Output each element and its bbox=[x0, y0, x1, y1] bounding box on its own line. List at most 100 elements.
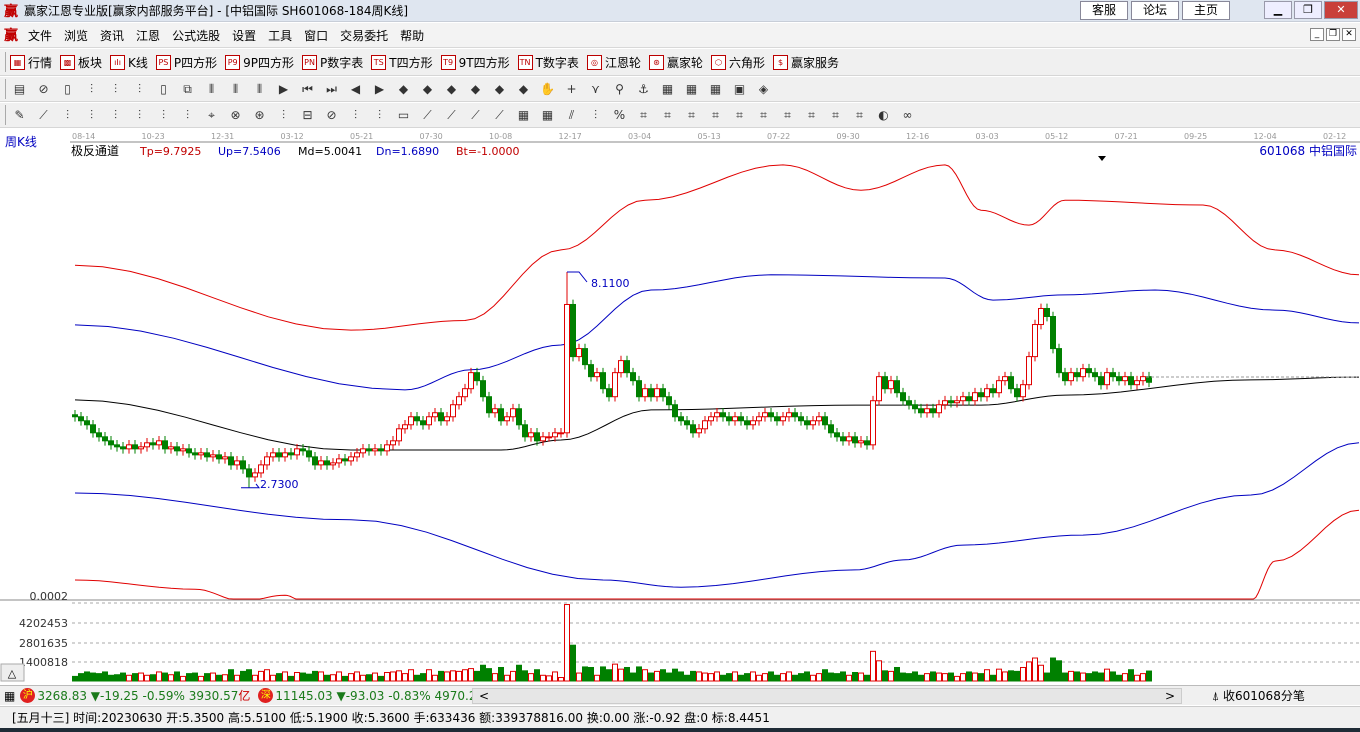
tool-icon[interactable]: ⟋ bbox=[466, 106, 485, 124]
tool-icon[interactable]: ▯ bbox=[58, 80, 77, 98]
tool-icon[interactable]: ✋ bbox=[538, 80, 557, 98]
tool-icon[interactable]: ◐ bbox=[874, 106, 893, 124]
tool-icon[interactable]: ⌗ bbox=[706, 106, 725, 124]
tool-icon[interactable]: ⫶ bbox=[82, 80, 101, 98]
tool-icon[interactable]: ⌖ bbox=[202, 106, 221, 124]
tool-icon[interactable]: ▦ bbox=[658, 80, 677, 98]
tool-icon[interactable]: ◆ bbox=[490, 80, 509, 98]
tool-icon[interactable]: ▦ bbox=[706, 80, 725, 98]
tool-icon[interactable]: ⫶ bbox=[586, 106, 605, 124]
tool-icon[interactable]: % bbox=[610, 106, 629, 124]
menu-item-0[interactable]: 文件 bbox=[22, 27, 58, 44]
kline-chart[interactable]: 周K线 08-14 10-23 12-31 03-12 05-21 07-30 10-08 1… bbox=[0, 128, 1360, 684]
index-scrollbar[interactable]: < > bbox=[472, 688, 1182, 704]
toolbar-button-6[interactable]: TS T四方形 bbox=[371, 54, 433, 71]
menu-item-6[interactable]: 工具 bbox=[262, 27, 298, 44]
tool-icon[interactable]: ◆ bbox=[418, 80, 437, 98]
mdi-minimize-button[interactable]: _ bbox=[1310, 28, 1324, 41]
tool-icon[interactable]: ⊘ bbox=[322, 106, 341, 124]
tool-icon[interactable]: ▯ bbox=[154, 80, 173, 98]
tool-icon[interactable]: ▦ bbox=[682, 80, 701, 98]
tool-icon[interactable]: ◀ bbox=[346, 80, 365, 98]
tool-icon[interactable]: ▦ bbox=[514, 106, 533, 124]
tool-icon[interactable]: ⚲ bbox=[610, 80, 629, 98]
maximize-button[interactable]: ❐ bbox=[1294, 1, 1322, 19]
tool-icon[interactable]: ⋎ bbox=[586, 80, 605, 98]
tool-icon[interactable]: ▶ bbox=[274, 80, 293, 98]
scroll-left-button[interactable]: < bbox=[479, 689, 489, 703]
mdi-restore-button[interactable]: ❐ bbox=[1326, 28, 1340, 41]
tool-icon[interactable]: ⫶ bbox=[106, 106, 125, 124]
toolbar-button-5[interactable]: PN P数字表 bbox=[302, 54, 363, 71]
tool-icon[interactable]: ⫶ bbox=[274, 106, 293, 124]
close-button[interactable]: ✕ bbox=[1324, 1, 1358, 19]
menu-item-7[interactable]: 窗口 bbox=[298, 27, 334, 44]
toolbar-button-3[interactable]: PS P四方形 bbox=[155, 54, 217, 71]
tool-icon[interactable]: ⫶ bbox=[370, 106, 389, 124]
tool-icon[interactable]: ⫴ bbox=[202, 80, 221, 98]
tool-icon[interactable]: ⏮ bbox=[298, 80, 317, 98]
mdi-close-button[interactable]: ✕ bbox=[1342, 28, 1356, 41]
tool-icon[interactable]: ⏭ bbox=[322, 80, 341, 98]
toolbar-button-2[interactable]: ıIı K线 bbox=[110, 54, 148, 71]
minimize-button[interactable]: ▁ bbox=[1264, 1, 1292, 19]
toolbar-button-9[interactable]: ◎ 江恩轮 bbox=[586, 54, 641, 71]
tool-icon[interactable]: ⌗ bbox=[754, 106, 773, 124]
toolbar-button-11[interactable]: ⬡ 六角形 bbox=[710, 54, 765, 71]
toolbar-button-12[interactable]: $ 赢家服务 bbox=[772, 54, 839, 71]
tool-icon[interactable]: ⟋ bbox=[442, 106, 461, 124]
tool-icon[interactable]: ⌗ bbox=[826, 106, 845, 124]
tool-icon[interactable]: ⫶ bbox=[154, 106, 173, 124]
tool-icon[interactable]: ⌗ bbox=[778, 106, 797, 124]
tool-icon[interactable]: ◈ bbox=[754, 80, 773, 98]
toolbar-button-10[interactable]: ⊛ 赢家轮 bbox=[648, 54, 703, 71]
tool-icon[interactable]: ◆ bbox=[514, 80, 533, 98]
tool-icon[interactable]: ⟋ bbox=[490, 106, 509, 124]
tool-icon[interactable]: ⫶ bbox=[58, 106, 77, 124]
tool-icon[interactable]: ⌗ bbox=[682, 106, 701, 124]
menu-item-2[interactable]: 资讯 bbox=[94, 27, 130, 44]
tool-icon[interactable]: ⫶ bbox=[130, 106, 149, 124]
tool-icon[interactable]: ⌗ bbox=[634, 106, 653, 124]
tool-icon[interactable]: ⫶ bbox=[106, 80, 125, 98]
tool-icon[interactable]: ⫶ bbox=[178, 106, 197, 124]
tool-icon[interactable]: ⊘ bbox=[34, 80, 53, 98]
tool-icon[interactable]: ∞ bbox=[898, 106, 917, 124]
tool-icon[interactable]: ⫽ bbox=[562, 106, 581, 124]
tool-icon[interactable]: ▶ bbox=[370, 80, 389, 98]
tool-icon[interactable]: ◆ bbox=[394, 80, 413, 98]
quote-table-icon[interactable]: ▦ bbox=[4, 689, 15, 703]
tool-icon[interactable]: ▣ bbox=[730, 80, 749, 98]
scroll-right-button[interactable]: > bbox=[1165, 689, 1175, 703]
tool-icon[interactable]: ▤ bbox=[10, 80, 29, 98]
tool-icon[interactable]: ⫴ bbox=[226, 80, 245, 98]
menu-item-1[interactable]: 浏览 bbox=[58, 27, 94, 44]
menu-item-5[interactable]: 设置 bbox=[226, 27, 262, 44]
tool-icon[interactable]: ⟋ bbox=[418, 106, 437, 124]
tool-icon[interactable]: ⧉ bbox=[178, 80, 197, 98]
toolbar-button-4[interactable]: P9 9P四方形 bbox=[225, 54, 294, 71]
tool-icon[interactable]: ⫶ bbox=[82, 106, 101, 124]
toolbar-button-8[interactable]: TN T数字表 bbox=[517, 54, 579, 71]
tool-icon[interactable]: ⫶ bbox=[130, 80, 149, 98]
tool-icon[interactable]: ⫶ bbox=[346, 106, 365, 124]
tool-icon[interactable]: + bbox=[562, 80, 581, 98]
toolbar-button-1[interactable]: ▩ 板块 bbox=[60, 54, 102, 71]
tool-icon[interactable]: ⊟ bbox=[298, 106, 317, 124]
tool-icon[interactable]: ⌗ bbox=[658, 106, 677, 124]
tool-icon[interactable]: ⌗ bbox=[730, 106, 749, 124]
tool-icon[interactable]: ✎ bbox=[10, 106, 29, 124]
link-service[interactable]: 客服 bbox=[1080, 1, 1128, 20]
tool-icon[interactable]: ⚓ bbox=[634, 80, 653, 98]
tool-icon[interactable]: ▦ bbox=[538, 106, 557, 124]
menu-item-3[interactable]: 江恩 bbox=[130, 27, 166, 44]
collect-ticks[interactable]: ⍋ 收601068分笔 bbox=[1212, 687, 1305, 704]
tool-icon[interactable]: ⊛ bbox=[250, 106, 269, 124]
toolbar-button-0[interactable]: ▦ 行情 bbox=[10, 54, 52, 71]
tool-icon[interactable]: ◆ bbox=[442, 80, 461, 98]
tool-icon[interactable]: ▭ bbox=[394, 106, 413, 124]
tool-icon[interactable]: ⫴ bbox=[250, 80, 269, 98]
tool-icon[interactable]: ◆ bbox=[466, 80, 485, 98]
tool-icon[interactable]: ⟋ bbox=[34, 106, 53, 124]
link-forum[interactable]: 论坛 bbox=[1131, 1, 1179, 20]
